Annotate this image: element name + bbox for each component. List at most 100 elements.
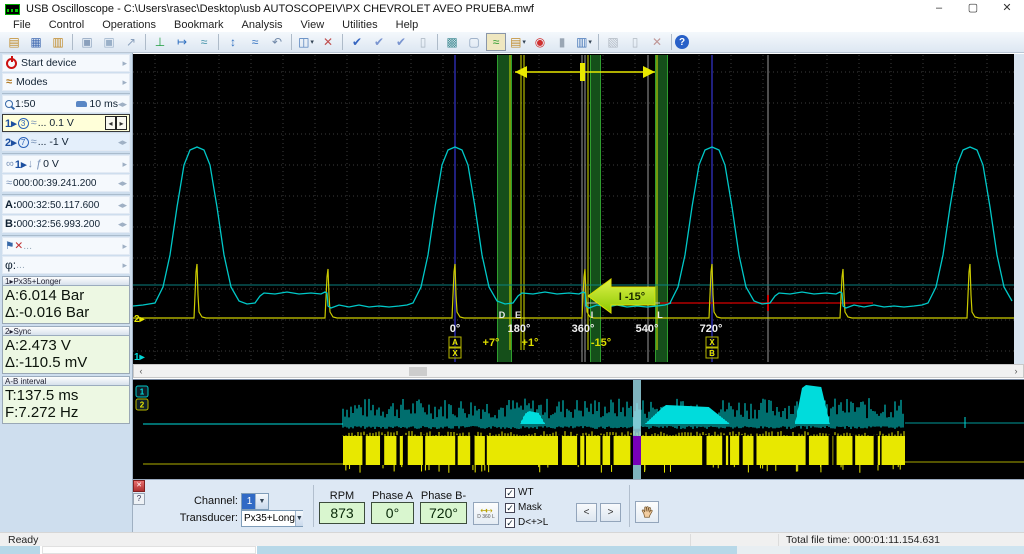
degree-label: 720° [700, 323, 723, 335]
next-cylinder-button[interactable]: > [600, 503, 621, 522]
overview-waveform-panel[interactable]: 12 [133, 379, 1024, 479]
grayed-doc-icon[interactable]: ▯ [625, 33, 645, 51]
open-file-icon[interactable]: ▤ [4, 33, 24, 51]
menu-item-help[interactable]: Help [387, 19, 428, 31]
undo-icon[interactable]: ↶ [267, 33, 287, 51]
scroll-right-button[interactable]: › [1010, 366, 1022, 377]
main-waveform-plot[interactable]: 0°180°360°540°720°DEIL+7°+1°-15°AXXBI -1… [133, 55, 1014, 362]
measure-panel-header-ab[interactable]: A-B interval [2, 376, 130, 386]
checkbox-dl[interactable]: ✓D<+>L [505, 516, 548, 529]
check-down2-icon[interactable]: ✔ [391, 33, 411, 51]
display-options: ✓WT ✓Mask ✓D<+>L [505, 486, 548, 531]
menu-item-bookmark[interactable]: Bookmark [165, 19, 233, 31]
send-icon[interactable]: ↗ [121, 33, 141, 51]
move-marker-icon[interactable]: ↦ [172, 33, 192, 51]
modes-icon: ≈ [6, 76, 12, 88]
chart-grid-icon[interactable]: ▩ [442, 33, 462, 51]
ch1-zero-marker: 1▸ [134, 352, 146, 362]
stop-icon[interactable]: ▮ [552, 33, 572, 51]
report-icon[interactable]: ▯ [413, 33, 433, 51]
menu-item-analysis[interactable]: Analysis [233, 19, 292, 31]
menu-item-view[interactable]: View [292, 19, 334, 31]
timing-scale-button[interactable]: ↤↦ D 360 L [473, 502, 499, 525]
display-mode-icon[interactable]: ◫▾ [296, 33, 316, 51]
cylinder-letter: L [657, 310, 663, 320]
overview-selection-purple [633, 436, 641, 465]
copy-screen-icon[interactable]: ▣ [77, 33, 97, 51]
phase-row[interactable]: φ: ... ▸ [2, 256, 130, 274]
measure-panel-header-sync[interactable]: 2▸Sync [2, 326, 130, 336]
save-icon[interactable]: ▦ [26, 33, 46, 51]
phase-ba-value: 720° [420, 502, 467, 524]
phase-offset-label: +1° [522, 337, 539, 349]
svg-text:2: 2 [140, 401, 145, 410]
sync-settings-row[interactable]: ∞ 1▸ ↓ ƒ 0 V ▸ [2, 155, 130, 173]
zoom-time-row[interactable]: 1:50 10 ms ◂▸ [2, 95, 130, 113]
ground-marker-icon[interactable]: ⊥ [150, 33, 170, 51]
wave-icon[interactable]: ≈ [245, 33, 265, 51]
delete-marker-icon[interactable]: ✕ [318, 33, 338, 51]
overview-ch2-block [343, 436, 905, 465]
prev-cylinder-button[interactable]: < [576, 503, 597, 522]
channel1-settings-row[interactable]: 1▸ 3 ≈ ... 0.1 V ◂ ▸ [2, 114, 130, 132]
cursor-time-row[interactable]: ≈ 000:00:39.241.200 ◂▸ [2, 174, 130, 192]
vertical-scroll-strip[interactable] [1014, 54, 1024, 364]
close-button[interactable]: ✕ [990, 0, 1024, 18]
panel-close-button[interactable]: ✕ [133, 480, 145, 492]
timing-arrows-icon: ↤↦ [480, 507, 491, 514]
channel-select[interactable]: 1 ▼ [241, 493, 269, 510]
copy-fragment-icon[interactable]: ▣ [99, 33, 119, 51]
overview-ch1-hump [795, 385, 830, 424]
record-icon[interactable]: ◉ [530, 33, 550, 51]
menu-item-operations[interactable]: Operations [93, 19, 165, 31]
grayed-close-icon[interactable]: ✕ [647, 33, 667, 51]
magnifier-icon [5, 100, 13, 108]
cards-icon[interactable]: ▥▾ [574, 33, 594, 51]
hand-icon [640, 505, 655, 520]
scroll-left-button[interactable]: ‹ [135, 366, 147, 377]
signal-setup-icon[interactable]: ≈ [194, 33, 214, 51]
marker-b-row[interactable]: B: 000:32:56.993.200 ◂▸ [2, 215, 130, 233]
checkbox-icon: ✓ [505, 503, 515, 513]
sort-signals-icon[interactable]: ↕ [223, 33, 243, 51]
range-up-button[interactable]: ▸ [116, 116, 127, 130]
checkbox-wt[interactable]: ✓WT [505, 486, 548, 499]
chevron-down-icon: ▼ [295, 511, 303, 526]
link-icon[interactable]: ▢ [464, 33, 484, 51]
horizontal-scrollbar[interactable]: ‹ › [133, 364, 1024, 378]
maximize-button[interactable]: ▢ [956, 0, 990, 18]
menu-item-file[interactable]: File [4, 19, 40, 31]
window-title: USB Oscilloscope - C:\Users\rasec\Deskto… [26, 3, 534, 15]
usb-oscilloscope-window: USB Oscilloscope - C:\Users\rasec\Deskto… [0, 0, 1024, 554]
help-icon[interactable]: ? [675, 35, 689, 49]
check-icon[interactable]: ✔ [347, 33, 367, 51]
ab-time-value: T:137.5 ms [5, 387, 127, 404]
modes-button[interactable]: ≈ Modes ▸ [2, 73, 130, 91]
sidebar: Start device ▸ ≈ Modes ▸ 1:50 10 ms ◂▸ 1… [0, 53, 133, 532]
range-down-button[interactable]: ◂ [105, 116, 116, 130]
overlay-waves-icon[interactable]: ≈ [486, 33, 506, 51]
start-device-button[interactable]: Start device ▸ [2, 54, 130, 72]
phase-offset-label: +7° [483, 337, 500, 349]
pan-hand-button[interactable] [635, 501, 659, 523]
checkbox-mask[interactable]: ✓Mask [505, 501, 548, 514]
degree-label: 180° [508, 323, 531, 335]
flag-row[interactable]: ⚑ ✕ ... ▸ [2, 237, 130, 255]
svg-text:X: X [452, 349, 458, 358]
export-file-icon[interactable]: ▥ [48, 33, 68, 51]
menu-item-utilities[interactable]: Utilities [333, 19, 386, 31]
scrollbar-thumb[interactable] [409, 367, 427, 376]
chevron-down-icon: ▼ [255, 494, 268, 509]
measure-panel-header-px35[interactable]: 1▸Px35+Longer [2, 276, 130, 286]
grayed-grid-icon[interactable]: ▧ [603, 33, 623, 51]
open-folder-dd-icon[interactable]: ▤▾ [508, 33, 528, 51]
bottom-strip [42, 546, 256, 554]
minimize-button[interactable]: – [922, 0, 956, 18]
flag-icon: ⚑ [5, 240, 14, 252]
transducer-select[interactable]: Px35+Long ▼ [241, 510, 303, 527]
panel-help-button[interactable]: ? [133, 493, 145, 505]
menu-item-control[interactable]: Control [40, 19, 93, 31]
channel2-settings-row[interactable]: 2▸ 7 ≈ ... -1 V ◂▸ [2, 133, 130, 151]
marker-a-row[interactable]: A: 000:32:50.117.600 ◂▸ [2, 196, 130, 214]
check-down-icon[interactable]: ✔ [369, 33, 389, 51]
